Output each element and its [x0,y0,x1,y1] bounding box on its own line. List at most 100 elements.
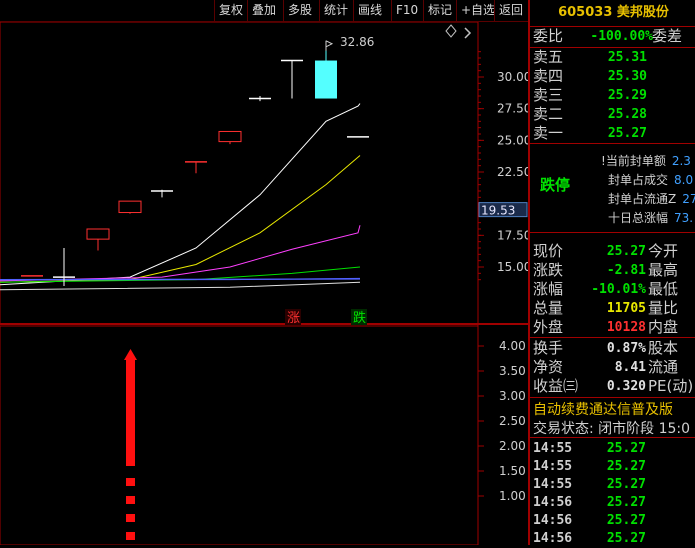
toolbar-item-5[interactable]: F10 [391,0,422,21]
trade-status: 交易状态: 闭市阶段 15:0 [533,421,691,437]
ma-line-5 [0,281,361,291]
toolbar-item-6[interactable]: 标记 [423,0,456,21]
quote-row-value: -10.01% [591,282,646,297]
quote-row: 涨幅 -10.01% 最低 [530,280,695,299]
limit-down-box: 跌停 !当前封单额 2.3 封单占成交 8.0 封单占流通Z 27 十日总涨幅 73. [530,144,695,232]
quote-row-value: 25.27 [606,244,646,259]
down-mark: 跌 [353,310,366,326]
limit-down-line: !当前封单额 2.3 [601,154,691,168]
current-price-tag: 19.53 [481,204,515,218]
main-axis-label: 22.50 [497,165,528,179]
main-axis-label: 17.50 [497,228,528,242]
stat-row-label: 收益㈢ [533,377,579,395]
limit-down-line: 十日总涨幅 73. [608,211,694,225]
main-axis-label: 25.00 [497,133,528,147]
expand-icon [464,27,472,39]
sub-axis-label: 4.00 [499,339,526,353]
quote-row-value: 10128 [606,320,646,335]
stat-row-label2: 流通 [648,358,679,376]
quote-row-label: 现价 [533,242,564,260]
quote-row-label2: 今开 [648,242,679,260]
tick-row: 14:56 25.27 [533,495,646,510]
limit-status: 跌停 [540,176,571,194]
candle-body [86,228,110,240]
sub-plot-frame [0,325,479,545]
tick-row: 14:56 25.27 [533,531,646,546]
tick-row: 14:55 25.27 [533,459,646,474]
stat-row: 净资 8.41 流通 [530,358,695,377]
ask-row[interactable]: 卖三 25.29 [530,86,695,105]
quote-row: 外盘 10128 内盘 [530,318,695,337]
stock-title[interactable]: 605033 美邦股份 [530,0,695,27]
stat-row: 换手 0.87% 股本 [530,339,695,358]
stat-row-label2: PE(动) [648,377,694,395]
tick-row: 14:56 25.27 [533,513,646,528]
toolbar-item-8[interactable]: 返回 [494,0,527,21]
ma-line-0 [0,103,361,286]
quote-row-label2: 量比 [648,299,679,317]
toolbar-item-0[interactable]: 复权 [214,0,247,21]
quote-panel: 605033 美邦股份 委比 -100.00% 委差 卖五 25.31 卖四 25.3… [528,0,695,546]
stat-row-label: 净资 [533,358,564,376]
toolbar-item-1[interactable]: 叠加 [247,0,280,21]
quote-row: 总量 11705 量比 [530,299,695,318]
stat-row-label: 换手 [533,339,564,357]
toolbar-item-3[interactable]: 统计 [319,0,352,21]
indicator-dash [126,478,135,486]
high-annotation: 32.86 [340,35,374,49]
quote-row-value: -2.81 [606,263,646,278]
tick-row: 14:55 25.27 [533,441,646,456]
limit-down-line: 封单占成交 8.0 [608,173,694,187]
tick-row: 14:55 25.27 [533,477,646,492]
ask-row[interactable]: 卖二 25.28 [530,105,695,124]
toolbar-item-2[interactable]: 多股 [283,0,316,21]
sub-axis-label: 3.00 [499,389,526,403]
ask-row[interactable]: 卖五 25.31 [530,48,695,67]
main-axis-label: 30.00 [497,70,528,84]
quote-row: 涨跌 -2.81 最高 [530,261,695,280]
quote-row-label2: 最低 [648,280,679,298]
sub-axis-label: 2.50 [499,414,526,428]
quote-row-label: 总量 [533,299,564,317]
quote-row-label2: 最高 [648,261,679,279]
candle-body [218,130,242,143]
sub-axis-label: 1.00 [499,489,526,503]
quote-row-value: 11705 [606,301,646,316]
quote-row-label: 涨幅 [533,280,564,298]
quote-row-label: 外盘 [533,318,564,336]
ask-row[interactable]: 卖四 25.30 [530,67,695,86]
up-arrow-icon [124,349,137,360]
chart-toolbar: 复权 叠加 多股 统计 画线 F10 标记 +自选 返回 [0,0,528,22]
diamond-icon [445,24,457,38]
indicator-dash [126,514,135,522]
stat-row-value: 8.41 [614,360,646,375]
ask-row[interactable]: 卖一 25.27 [530,124,695,143]
limit-down-line: 封单占流通Z 27 [608,192,695,206]
price-chart[interactable]: 30.00 27.50 25.00 22.50 17.50 15.00 19.53 32.86… [0,0,528,545]
promo-link[interactable]: 自动续费通达信普及版 [533,399,673,419]
ma-line-blue [0,278,361,281]
indicator-dash [126,532,135,540]
main-axis-label: 27.50 [497,102,528,116]
candle-body [315,60,337,99]
flag-icon [325,40,334,48]
stat-row-value: 0.320 [606,379,646,394]
toolbar-item-4[interactable]: 画线 [353,0,386,21]
quote-row-label: 涨跌 [533,261,564,279]
indicator-bar [126,358,135,466]
sub-axis-label: 3.50 [499,364,526,378]
up-mark: 涨 [287,311,300,326]
main-axis-label: 15.00 [497,260,528,274]
stat-row-value: 0.87% [606,341,646,356]
toolbar-item-7[interactable]: +自选 [456,0,499,21]
quote-row: 现价 25.27 今开 [530,242,695,261]
weibi-row: 委比 -100.00% 委差 [533,27,683,45]
ma-line-2 [0,225,361,282]
stat-row: 收益㈢ 0.320 PE(动) [530,377,695,396]
ma-line-1 [0,155,361,283]
indicator-dash [126,496,135,504]
quote-row-label2: 内盘 [648,318,679,336]
sub-axis-label: 2.00 [499,439,526,453]
candle-body [118,200,142,214]
stat-row-label2: 股本 [648,339,679,357]
